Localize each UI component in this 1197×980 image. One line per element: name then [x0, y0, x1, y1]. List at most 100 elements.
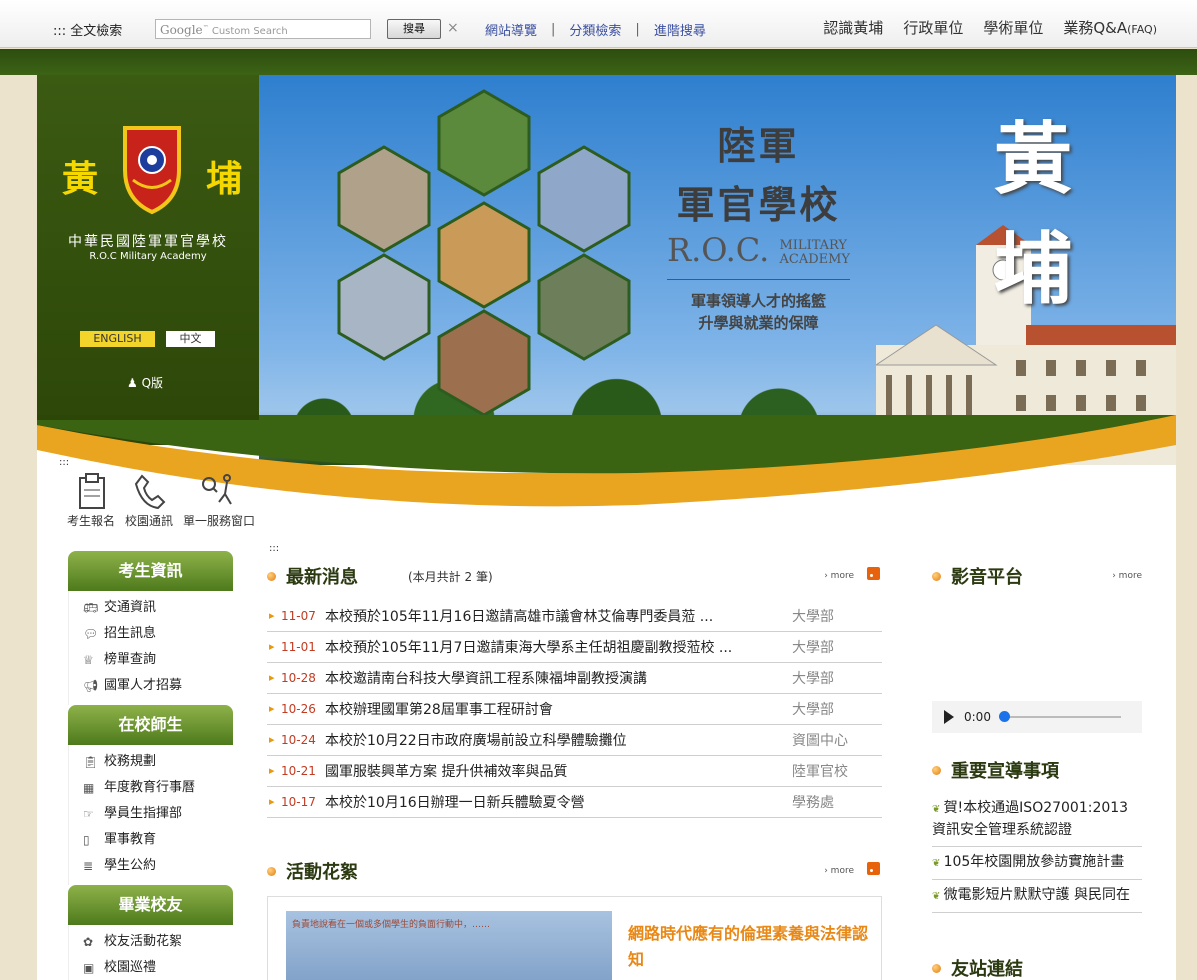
- gallery-section: 活動花絮 › more 負責地說看在一個或多個學生的負面行動中，…… 網路時代應…: [267, 856, 882, 980]
- seek-knob[interactable]: [998, 711, 1010, 722]
- book-icon: ▯: [83, 833, 90, 847]
- bullet-icon: [267, 866, 276, 876]
- bullet-icon: [267, 571, 276, 581]
- banner-title: 陸軍 軍官學校 R.O.C. MILITARY ACADEMY 軍事領導人才的搖籃…: [667, 124, 851, 332]
- advanced-search-link[interactable]: 進階搜尋: [654, 20, 706, 39]
- bullet-icon: [932, 963, 941, 973]
- nav-about[interactable]: 認識黃埔: [823, 17, 883, 38]
- sidebar-item-military-edu[interactable]: ▯ 軍事教育: [69, 827, 233, 853]
- gallery-item[interactable]: 負責地說看在一個或多個學生的負面行動中，…… 網路時代應有的倫理素養與法律認知: [267, 896, 882, 980]
- logo-char-right: 埔: [205, 158, 242, 200]
- quicklink-service[interactable]: 單一服務窗口: [183, 470, 255, 529]
- banner-calligraphy: 黃埔: [994, 114, 1073, 315]
- news-row[interactable]: 10-17本校於10月16日辦理一日新兵體驗夏令營學務處: [267, 787, 882, 818]
- nav-academic[interactable]: 學術單位: [983, 17, 1043, 38]
- promo-item[interactable]: 微電影短片默默守護 與民同在: [932, 880, 1142, 913]
- sidebar-head-applicants[interactable]: 考生資訊: [68, 551, 233, 591]
- gallery-image[interactable]: 負責地說看在一個或多個學生的負面行動中，……: [286, 911, 612, 980]
- news-row[interactable]: 10-24本校於10月22日市政府廣場前設立科學體驗攤位資圖中心: [267, 725, 882, 756]
- bullet-icon: [932, 765, 941, 775]
- quicklink-apply[interactable]: 考生報名: [67, 470, 115, 529]
- gallery-title: 活動花絮: [286, 862, 358, 883]
- hand-icon: ☞: [83, 807, 94, 821]
- media-title: 影音平台: [951, 567, 1023, 588]
- nav-admin[interactable]: 行政單位: [903, 17, 963, 38]
- service-icon: [183, 470, 255, 510]
- sidebar-item-command[interactable]: ☞ 學員生指揮部: [69, 801, 233, 827]
- rss-icon[interactable]: [867, 862, 880, 875]
- sidebar-item-results[interactable]: ♕ 榜單查詢: [69, 647, 233, 673]
- sidebar-item-planning[interactable]: 📋︎ 校務規劃: [69, 749, 233, 775]
- media-more-link[interactable]: › more: [1112, 571, 1142, 581]
- accesskey-marker: :::: [59, 457, 70, 468]
- gallery-more-link[interactable]: › more: [824, 866, 854, 876]
- nav-faq[interactable]: 業務Q&A(FAQ): [1063, 17, 1157, 38]
- sidebar-item-campus-tour[interactable]: ▣ 校園巡禮: [69, 955, 233, 980]
- logo-char-left: 黃: [62, 158, 99, 200]
- page-body: 黃 埔 中華民國陸軍軍官學校 R.O.C Military Academy EN…: [37, 75, 1176, 980]
- sidebar-item-code[interactable]: ≣ 學生公約: [69, 853, 233, 879]
- right-column: 影音平台 › more 0:00 重要宣導事項 賀!本校通過ISO27001:2…: [932, 561, 1142, 980]
- trophy-icon: ♕: [83, 653, 94, 667]
- friend-links-section: 友站連結: [932, 953, 1142, 980]
- emblem-icon: [117, 120, 187, 215]
- promo-item[interactable]: 105年校園開放參訪實施計畫: [932, 847, 1142, 880]
- person-icon: ♟: [127, 376, 138, 390]
- sidebar-item-recruit[interactable]: 📢︎ 國軍人才招募: [69, 673, 233, 699]
- play-icon[interactable]: [944, 710, 954, 724]
- promo-section: 重要宣導事項 賀!本校通過ISO27001:2013資訊安全管理系統認證 105…: [932, 755, 1142, 913]
- search-placeholder: Custom Search: [211, 26, 288, 37]
- sidebar-head-alumni[interactable]: 畢業校友: [68, 885, 233, 925]
- school-name-en: R.O.C Military Academy: [89, 251, 207, 262]
- language-switch: ENGLISH 中文: [80, 331, 215, 347]
- news-row[interactable]: 10-26本校辦理國軍第28屆軍事工程研討會大學部: [267, 694, 882, 725]
- phone-icon: [125, 470, 173, 510]
- quick-links: 考生報名 校園通訊 單一服務窗口: [67, 470, 255, 529]
- clear-icon[interactable]: ×: [447, 20, 459, 36]
- clipboard-icon: 📋︎: [83, 755, 99, 769]
- gallery-item-title[interactable]: 網路時代應有的倫理素養與法律認知: [628, 921, 868, 973]
- news-count: (本月共計 2 筆): [408, 569, 493, 584]
- calendar-icon: ▦: [83, 781, 95, 795]
- top-links: 網站導覽 | 分類檢索 | 進階搜尋: [485, 20, 706, 39]
- search-button[interactable]: 搜尋: [387, 19, 441, 39]
- fulltext-search-label: ::: 全文檢索: [53, 24, 123, 39]
- news-list: 11-07本校預於105年11月16日邀請高雄市議會林艾倫專門委員蒞 ...大學…: [267, 601, 882, 818]
- bus-icon: 🚌︎: [83, 601, 99, 615]
- news-more-link[interactable]: › more: [824, 571, 854, 581]
- news-row[interactable]: 10-21國軍服裝興革方案 提升供補效率與品質陸軍官校: [267, 756, 882, 787]
- sidebar-item-admission[interactable]: 💬︎ 招生訊息: [69, 621, 233, 647]
- photo-hexagons: [337, 89, 631, 417]
- news-row[interactable]: 10-28本校邀請南台科技大學資訊工程系陳福坤副教授演講大學部: [267, 663, 882, 694]
- quicklink-contact[interactable]: 校園通訊: [125, 470, 173, 529]
- document-icon: ≣: [83, 859, 94, 873]
- main-nav: 認識黃埔 行政單位 學術單位 業務Q&A(FAQ): [803, 17, 1157, 38]
- audio-time: 0:00: [964, 710, 991, 724]
- q-version-link[interactable]: ♟ Q版: [127, 374, 163, 391]
- megaphone-icon: 📢︎: [83, 679, 99, 693]
- site-map-link[interactable]: 網站導覽: [485, 20, 537, 39]
- logo-panel: 黃 埔 中華民國陸軍軍官學校 R.O.C Military Academy EN…: [37, 75, 259, 445]
- news-row[interactable]: 11-07本校預於105年11月16日邀請高雄市議會林艾倫專門委員蒞 ...大學…: [267, 601, 882, 632]
- promo-item[interactable]: 賀!本校通過ISO27001:2013資訊安全管理系統認證: [932, 793, 1142, 847]
- audio-player: 0:00: [932, 701, 1142, 733]
- news-row[interactable]: 11-01本校預於105年11月7日邀請東海大學系主任胡祖慶副教授蒞校 ...大…: [267, 632, 882, 663]
- accesskey-marker: :::: [269, 543, 280, 554]
- rss-icon[interactable]: [867, 567, 880, 580]
- google-logo: Google: [160, 23, 203, 37]
- news-title: 最新消息: [286, 567, 358, 588]
- image-icon: ▣: [83, 961, 95, 975]
- sidebar-head-students[interactable]: 在校師生: [68, 705, 233, 745]
- logo[interactable]: 黃 埔: [62, 120, 242, 215]
- english-button[interactable]: ENGLISH: [80, 331, 155, 347]
- sidebar-item-calendar[interactable]: ▦ 年度教育行事曆: [69, 775, 233, 801]
- search-input[interactable]: Google™ Custom Search: [155, 19, 371, 39]
- green-strip: [0, 49, 1197, 75]
- sidebar-item-traffic[interactable]: 🚌︎ 交通資訊: [69, 595, 233, 621]
- chat-icon: 💬︎: [83, 627, 99, 641]
- audio-seek-bar[interactable]: [998, 711, 1121, 722]
- school-name-zh: 中華民國陸軍軍官學校: [68, 234, 228, 250]
- sidebar-item-alumni-events[interactable]: ✿ 校友活動花絮: [69, 929, 233, 955]
- category-search-link[interactable]: 分類檢索: [569, 20, 621, 39]
- chinese-button[interactable]: 中文: [166, 331, 215, 347]
